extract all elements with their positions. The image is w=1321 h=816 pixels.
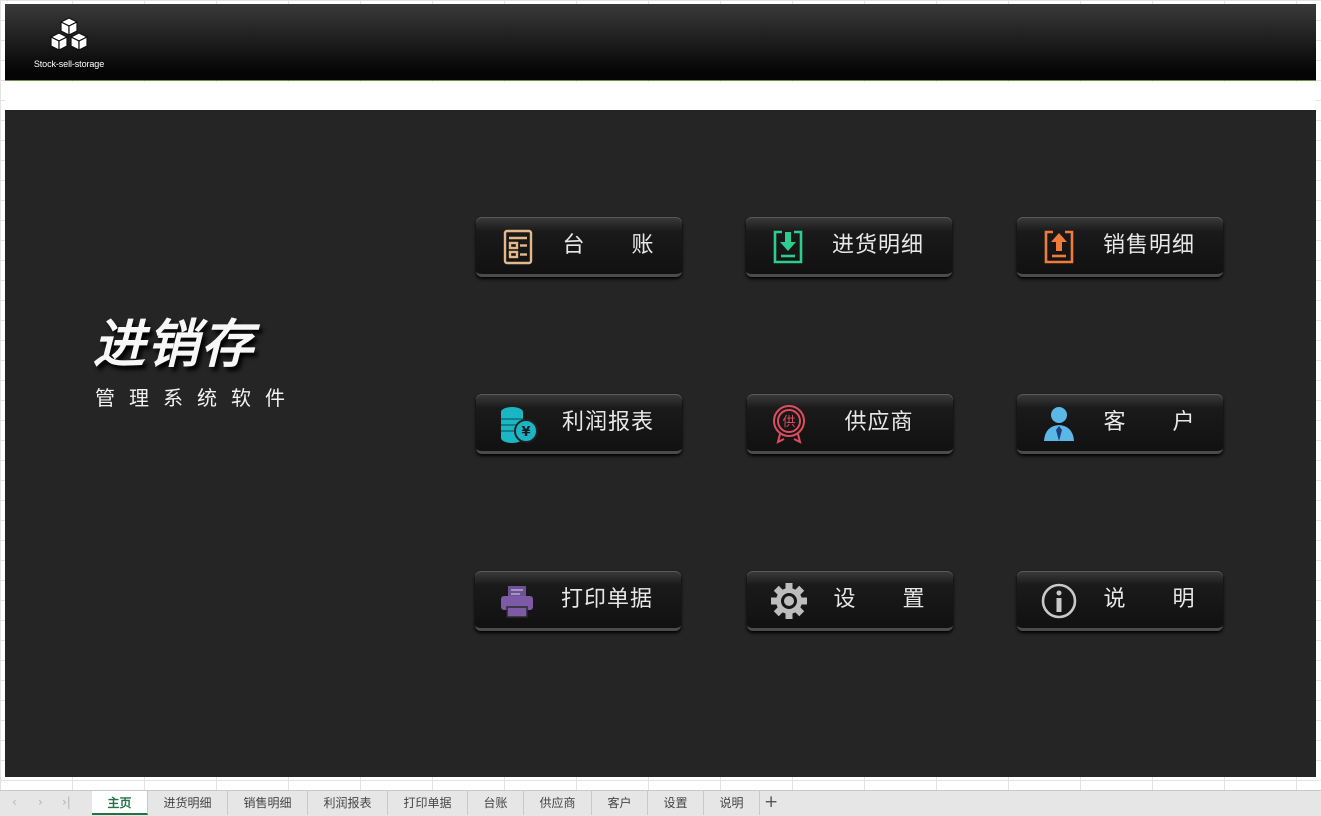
spacer-band bbox=[5, 82, 1316, 110]
tab-sales-detail[interactable]: 销售明细 bbox=[228, 791, 308, 815]
tab-purchase-detail[interactable]: 进货明细 bbox=[148, 791, 228, 815]
help-button[interactable]: 说 明 bbox=[1017, 571, 1223, 631]
sales-detail-label: 销售明细 bbox=[1102, 233, 1195, 258]
tab-customer[interactable]: 客户 bbox=[592, 791, 648, 815]
help-label: 说 明 bbox=[1103, 587, 1215, 612]
supplier-label: 供应商 bbox=[844, 410, 914, 435]
brand-subtitle: 管理系统软件 bbox=[95, 386, 299, 410]
supplier-button[interactable]: 供 供应商 bbox=[747, 394, 953, 454]
ledger-label: 台 账 bbox=[562, 233, 674, 258]
logo: Stock-sell-storage bbox=[29, 16, 109, 69]
settings-label: 设 置 bbox=[833, 587, 945, 612]
print-receipt-button[interactable]: 打印单据 bbox=[475, 571, 681, 631]
tab-ledger[interactable]: 台账 bbox=[468, 791, 524, 815]
svg-text:供: 供 bbox=[782, 415, 795, 430]
supplier-seal-icon: 供 bbox=[769, 404, 809, 444]
brand-title: 进销存 bbox=[93, 314, 256, 375]
profit-report-button[interactable]: ¥ 利润报表 bbox=[476, 394, 682, 454]
download-icon bbox=[768, 227, 808, 267]
ledger-icon bbox=[498, 227, 538, 267]
header-bar: Stock-sell-storage bbox=[5, 4, 1316, 81]
chevron-right-icon[interactable]: › bbox=[38, 795, 43, 809]
last-sheet-icon[interactable]: ›| bbox=[62, 795, 71, 809]
tab-supplier[interactable]: 供应商 bbox=[524, 791, 592, 815]
main-panel: 进销存 管理系统软件 台 账 进货明细 销售明细 ¥ 利润报表 供 供应商 客 … bbox=[5, 110, 1316, 777]
gear-icon bbox=[769, 581, 809, 621]
tab-profit-report[interactable]: 利润报表 bbox=[308, 791, 388, 815]
printer-icon bbox=[497, 581, 537, 621]
tab-help[interactable]: 说明 bbox=[704, 791, 760, 815]
profit-report-label: 利润报表 bbox=[561, 410, 654, 435]
tab-print-receipt[interactable]: 打印单据 bbox=[388, 791, 468, 815]
tab-settings[interactable]: 设置 bbox=[648, 791, 704, 815]
coins-yen-icon: ¥ bbox=[498, 404, 538, 444]
customer-button[interactable]: 客 户 bbox=[1017, 394, 1223, 454]
sales-detail-button[interactable]: 销售明细 bbox=[1017, 217, 1223, 277]
ledger-button[interactable]: 台 账 bbox=[476, 217, 682, 277]
cubes-icon bbox=[49, 17, 89, 51]
add-sheet-icon[interactable]: + bbox=[764, 792, 778, 812]
first-sheet-icon[interactable]: ‹ bbox=[12, 795, 17, 809]
sheet-tab-bar: ‹ › ›| 主页 进货明细 销售明细 利润报表 打印单据 台账 供应商 客户 … bbox=[0, 790, 1321, 816]
print-receipt-label: 打印单据 bbox=[560, 587, 653, 612]
user-icon bbox=[1039, 404, 1079, 444]
settings-button[interactable]: 设 置 bbox=[747, 571, 953, 631]
logo-text: Stock-sell-storage bbox=[33, 59, 105, 69]
svg-text:¥: ¥ bbox=[521, 425, 530, 440]
purchase-detail-button[interactable]: 进货明细 bbox=[746, 217, 952, 277]
upload-icon bbox=[1039, 227, 1079, 267]
info-icon bbox=[1039, 581, 1079, 621]
tab-home[interactable]: 主页 bbox=[92, 791, 148, 815]
customer-label: 客 户 bbox=[1103, 410, 1215, 435]
purchase-detail-label: 进货明细 bbox=[831, 233, 924, 258]
